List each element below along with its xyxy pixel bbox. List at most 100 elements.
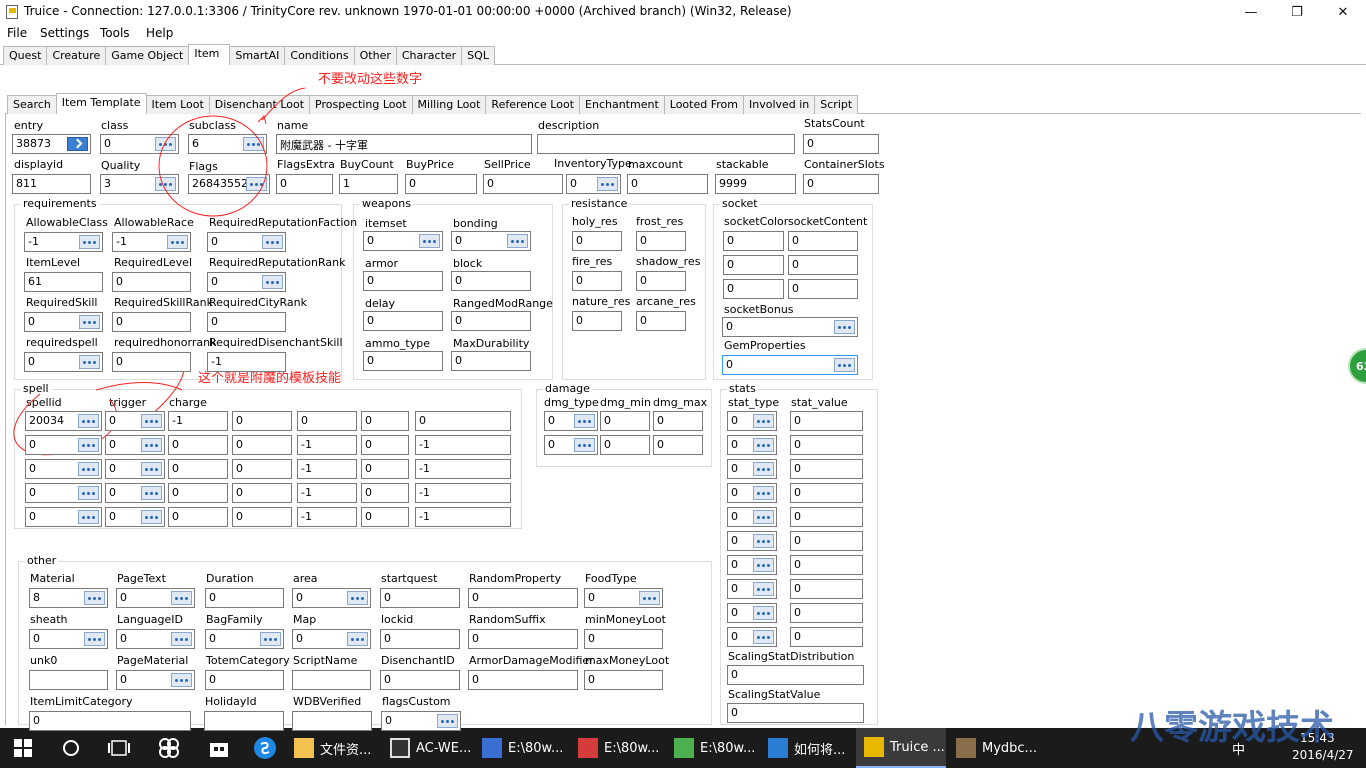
- lookup-dots-icon[interactable]: [78, 438, 99, 452]
- req-field-1[interactable]: -1: [112, 232, 191, 252]
- other-field-20[interactable]: 0: [584, 670, 663, 690]
- spell-cell-3-1[interactable]: 0: [105, 483, 165, 503]
- restore-icon[interactable]: ❐: [1274, 0, 1320, 24]
- other-field-10[interactable]: 0: [292, 629, 371, 649]
- spell-cell-3-6[interactable]: -1: [415, 483, 511, 503]
- resistance-field-5[interactable]: 0: [636, 311, 686, 331]
- maxcount-field[interactable]: 0: [627, 174, 708, 194]
- scalingstatvalue-field[interactable]: 0: [727, 703, 864, 723]
- lookup-dots-icon[interactable]: [79, 355, 100, 369]
- weapons-field-7[interactable]: 0: [451, 351, 531, 371]
- tab-looted-from[interactable]: Looted From: [663, 95, 744, 114]
- resistance-field-4[interactable]: 0: [572, 311, 622, 331]
- other-field-1[interactable]: 0: [116, 588, 195, 608]
- stat-value-5[interactable]: 0: [790, 531, 863, 551]
- pinwheel-icon[interactable]: [158, 728, 180, 768]
- spell-cell-4-4[interactable]: -1: [297, 507, 357, 527]
- taskbar-app-truice[interactable]: Truice ...: [856, 728, 946, 768]
- gemproperties-field[interactable]: 0: [722, 355, 858, 375]
- lookup-dots-icon[interactable]: [171, 591, 192, 605]
- damage-cell-1-1[interactable]: 0: [600, 435, 650, 455]
- taskbar-app-e1[interactable]: E:\80w...: [482, 728, 563, 768]
- weapons-field-6[interactable]: 0: [363, 351, 443, 371]
- lookup-dots-icon[interactable]: [79, 235, 100, 249]
- menu-settings[interactable]: Settings: [40, 26, 89, 40]
- lookup-dots-icon[interactable]: [753, 606, 774, 620]
- lookup-dots-icon[interactable]: [753, 510, 774, 524]
- tab-involved-in[interactable]: Involved in: [742, 95, 816, 114]
- socket-color-1[interactable]: 0: [723, 255, 784, 275]
- spell-cell-0-2[interactable]: -1: [168, 411, 228, 431]
- lookup-dots-icon[interactable]: [78, 414, 99, 428]
- start-icon[interactable]: [14, 728, 36, 768]
- req-field-4[interactable]: 0: [112, 272, 191, 292]
- other-field-3[interactable]: 0: [292, 588, 371, 608]
- damage-cell-0-2[interactable]: 0: [653, 411, 703, 431]
- req-field-10[interactable]: 0: [112, 352, 191, 372]
- other-field-15[interactable]: 0: [116, 670, 195, 690]
- lookup-dots-icon[interactable]: [141, 510, 162, 524]
- stat-type-5[interactable]: 0: [727, 531, 777, 551]
- search-icon[interactable]: [62, 728, 80, 768]
- weapons-field-0[interactable]: 0: [363, 231, 443, 251]
- lookup-dots-icon[interactable]: [574, 414, 595, 428]
- other-field-9[interactable]: 0: [205, 629, 284, 649]
- damage-cell-1-2[interactable]: 0: [653, 435, 703, 455]
- lookup-dots-icon[interactable]: [507, 234, 528, 248]
- lookup-dots-icon[interactable]: [597, 177, 618, 191]
- spell-cell-1-3[interactable]: 0: [232, 435, 292, 455]
- lookup-dots-icon[interactable]: [753, 438, 774, 452]
- stackable-field[interactable]: 9999: [715, 174, 796, 194]
- lookup-dots-icon[interactable]: [574, 438, 595, 452]
- spell-cell-3-4[interactable]: -1: [297, 483, 357, 503]
- menu-help[interactable]: Help: [146, 26, 173, 40]
- lookup-dots-icon[interactable]: [78, 486, 99, 500]
- spell-cell-2-0[interactable]: 0: [25, 459, 102, 479]
- other-field-6[interactable]: 0: [584, 588, 663, 608]
- lookup-dots-icon[interactable]: [834, 320, 855, 334]
- socket-content-1[interactable]: 0: [788, 255, 858, 275]
- other-field-23[interactable]: [292, 711, 372, 731]
- inventorytype-field[interactable]: 0: [566, 174, 621, 194]
- stat-type-1[interactable]: 0: [727, 435, 777, 455]
- tab-item-template[interactable]: Item Template: [55, 93, 147, 114]
- spell-cell-2-5[interactable]: 0: [361, 459, 409, 479]
- spell-cell-3-2[interactable]: 0: [168, 483, 228, 503]
- spell-cell-0-6[interactable]: 0: [415, 411, 511, 431]
- other-field-16[interactable]: 0: [205, 670, 284, 690]
- other-field-2[interactable]: 0: [205, 588, 284, 608]
- spell-cell-0-1[interactable]: 0: [105, 411, 165, 431]
- close-icon[interactable]: ✕: [1320, 0, 1366, 24]
- other-field-8[interactable]: 0: [116, 629, 195, 649]
- menu-file[interactable]: File: [7, 26, 27, 40]
- other-field-21[interactable]: 0: [29, 711, 191, 731]
- lookup-dots-icon[interactable]: [141, 438, 162, 452]
- req-field-6[interactable]: 0: [24, 312, 103, 332]
- spell-cell-2-4[interactable]: -1: [297, 459, 357, 479]
- scalingstatdistribution-field[interactable]: 0: [727, 665, 864, 685]
- spell-cell-3-5[interactable]: 0: [361, 483, 409, 503]
- tab-script[interactable]: Script: [814, 95, 859, 114]
- tab-enchantment[interactable]: Enchantment: [579, 95, 665, 114]
- other-field-24[interactable]: 0: [381, 711, 461, 731]
- req-field-2[interactable]: 0: [207, 232, 286, 252]
- spell-cell-1-6[interactable]: -1: [415, 435, 511, 455]
- spell-cell-0-5[interactable]: 0: [361, 411, 409, 431]
- stat-type-4[interactable]: 0: [727, 507, 777, 527]
- weapons-field-3[interactable]: 0: [451, 271, 531, 291]
- store-icon[interactable]: [208, 728, 230, 768]
- spell-cell-0-4[interactable]: 0: [297, 411, 357, 431]
- stat-value-3[interactable]: 0: [790, 483, 863, 503]
- damage-cell-1-0[interactable]: 0: [544, 435, 598, 455]
- lookup-dots-icon[interactable]: [347, 632, 368, 646]
- minimize-icon[interactable]: —: [1228, 0, 1274, 24]
- stat-type-9[interactable]: 0: [727, 627, 777, 647]
- menu-tools[interactable]: Tools: [100, 26, 130, 40]
- lookup-dots-icon[interactable]: [262, 275, 283, 289]
- lookup-dots-icon[interactable]: [419, 234, 440, 248]
- lookup-dots-icon[interactable]: [141, 462, 162, 476]
- resistance-field-0[interactable]: 0: [572, 231, 622, 251]
- req-field-0[interactable]: -1: [24, 232, 103, 252]
- spell-cell-1-0[interactable]: 0: [25, 435, 102, 455]
- req-field-8[interactable]: 0: [207, 312, 286, 332]
